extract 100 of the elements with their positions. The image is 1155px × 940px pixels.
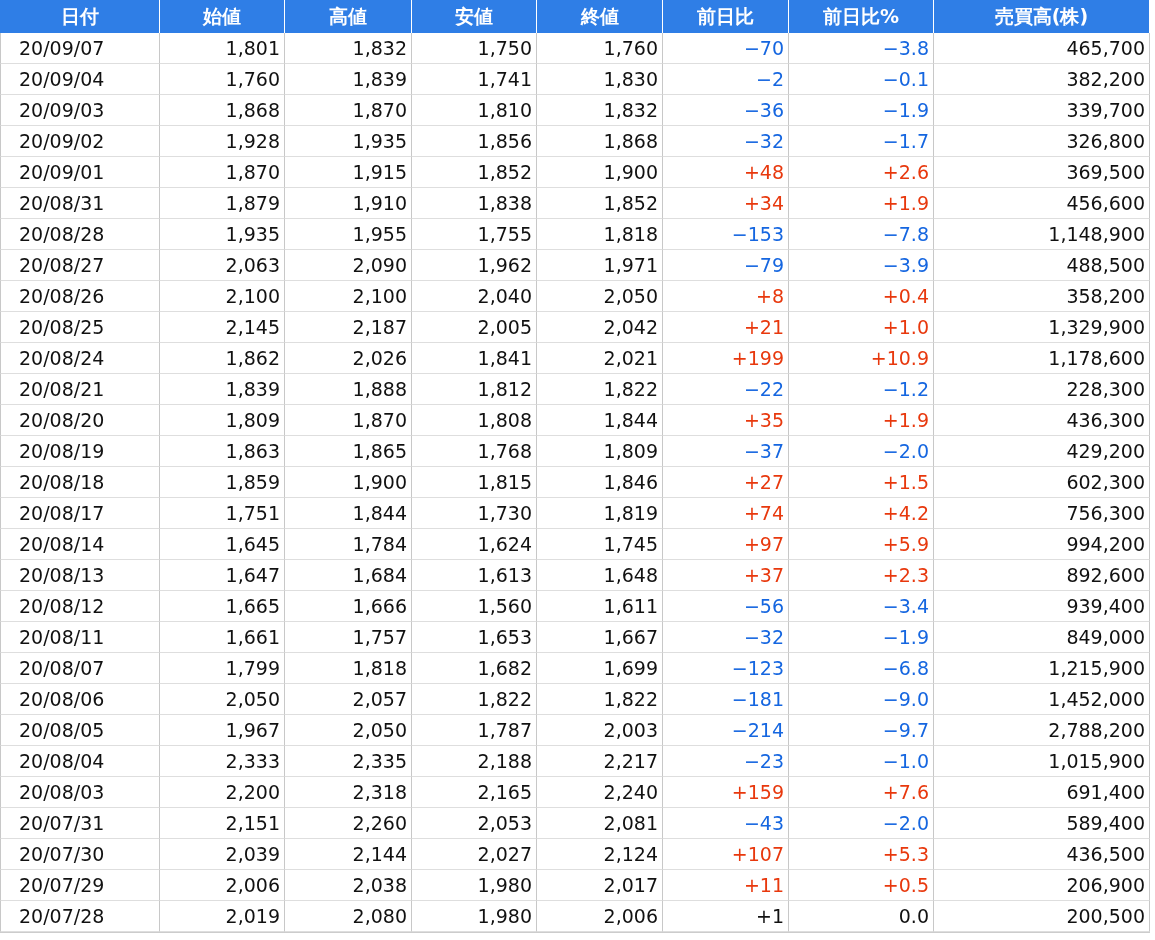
table-cell: 20/08/19	[0, 436, 160, 467]
table-cell: 2,057	[285, 684, 412, 715]
table-cell: +5.3	[789, 839, 934, 870]
table-cell: +1.5	[789, 467, 934, 498]
table-cell: 1,870	[285, 95, 412, 126]
table-cell: 1,870	[285, 405, 412, 436]
table-cell: 1,900	[285, 467, 412, 498]
table-cell: 20/08/31	[0, 188, 160, 219]
table-cell: −36	[663, 95, 789, 126]
table-cell: 1,888	[285, 374, 412, 405]
table-cell: −153	[663, 219, 789, 250]
table-cell: 1,856	[412, 126, 537, 157]
table-cell: 2,124	[537, 839, 663, 870]
table-cell: −32	[663, 622, 789, 653]
table-cell: 488,500	[934, 250, 1150, 281]
table-cell: 1,148,900	[934, 219, 1150, 250]
table-cell: +2.3	[789, 560, 934, 591]
table-cell: 589,400	[934, 808, 1150, 839]
table-cell: 2,090	[285, 250, 412, 281]
table-cell: 1,910	[285, 188, 412, 219]
table-cell: 1,784	[285, 529, 412, 560]
table-cell: 1,863	[160, 436, 285, 467]
table-cell: −3.8	[789, 33, 934, 64]
table-cell: 602,300	[934, 467, 1150, 498]
table-cell: 1,809	[160, 405, 285, 436]
table-cell: 2,333	[160, 746, 285, 777]
table-cell: 1,178,600	[934, 343, 1150, 374]
table-cell: 1,699	[537, 653, 663, 684]
table-cell: 2,145	[160, 312, 285, 343]
table-cell: 1,215,900	[934, 653, 1150, 684]
column-header: 安値	[412, 0, 537, 33]
table-cell: 20/07/31	[0, 808, 160, 839]
table-cell: 1,865	[285, 436, 412, 467]
table-cell: 1,852	[537, 188, 663, 219]
table-cell: 1,745	[537, 529, 663, 560]
table-cell: 20/08/20	[0, 405, 160, 436]
table-cell: 436,300	[934, 405, 1150, 436]
table-cell: 20/09/04	[0, 64, 160, 95]
table-cell: 2,165	[412, 777, 537, 808]
table-cell: 1,962	[412, 250, 537, 281]
table-cell: −214	[663, 715, 789, 746]
table-cell: 1,859	[160, 467, 285, 498]
table-cell: 1,832	[285, 33, 412, 64]
table-cell: 2,200	[160, 777, 285, 808]
table-cell: 436,500	[934, 839, 1150, 870]
table-cell: −32	[663, 126, 789, 157]
table-cell: +27	[663, 467, 789, 498]
table-cell: 2,017	[537, 870, 663, 901]
table-cell: 1,801	[160, 33, 285, 64]
table-cell: 20/08/24	[0, 343, 160, 374]
table-cell: +199	[663, 343, 789, 374]
table-cell: 20/09/02	[0, 126, 160, 157]
table-cell: +4.2	[789, 498, 934, 529]
table-cell: 20/08/25	[0, 312, 160, 343]
table-cell: +0.4	[789, 281, 934, 312]
table-cell: 1,812	[412, 374, 537, 405]
table-cell: 20/07/30	[0, 839, 160, 870]
table-cell: 20/08/21	[0, 374, 160, 405]
table-cell: 1,787	[412, 715, 537, 746]
table-cell: 1,870	[160, 157, 285, 188]
table-cell: 1,822	[537, 374, 663, 405]
table-cell: 2,335	[285, 746, 412, 777]
table-cell: 20/08/12	[0, 591, 160, 622]
column-header: 日付	[0, 0, 160, 33]
table-cell: 206,900	[934, 870, 1150, 901]
table-cell: 2,019	[160, 901, 285, 932]
table-cell: 2,021	[537, 343, 663, 374]
table-cell: 691,400	[934, 777, 1150, 808]
table-cell: 1,645	[160, 529, 285, 560]
table-cell: 1,868	[160, 95, 285, 126]
table-cell: 1,832	[537, 95, 663, 126]
column-header: 前日比	[663, 0, 789, 33]
table-cell: 1,730	[412, 498, 537, 529]
table-cell: +5.9	[789, 529, 934, 560]
table-cell: 1,844	[537, 405, 663, 436]
table-cell: −37	[663, 436, 789, 467]
table-cell: +2.6	[789, 157, 934, 188]
table-cell: 1,822	[537, 684, 663, 715]
table-cell: +97	[663, 529, 789, 560]
table-cell: −2.0	[789, 808, 934, 839]
table-cell: 1,980	[412, 870, 537, 901]
table-cell: 2,080	[285, 901, 412, 932]
table-cell: 1,815	[412, 467, 537, 498]
table-cell: 1,613	[412, 560, 537, 591]
table-cell: +1.9	[789, 405, 934, 436]
table-cell: 1,980	[412, 901, 537, 932]
table-cell: −6.8	[789, 653, 934, 684]
table-cell: −9.7	[789, 715, 934, 746]
table-cell: 20/09/07	[0, 33, 160, 64]
table-cell: 2,003	[537, 715, 663, 746]
table-cell: 1,971	[537, 250, 663, 281]
table-cell: 1,822	[412, 684, 537, 715]
table-cell: 1,819	[537, 498, 663, 529]
table-cell: +0.5	[789, 870, 934, 901]
table-cell: 2,050	[537, 281, 663, 312]
table-cell: 1,750	[412, 33, 537, 64]
table-cell: 20/08/17	[0, 498, 160, 529]
table-cell: 1,741	[412, 64, 537, 95]
table-cell: +37	[663, 560, 789, 591]
table-cell: 1,935	[160, 219, 285, 250]
